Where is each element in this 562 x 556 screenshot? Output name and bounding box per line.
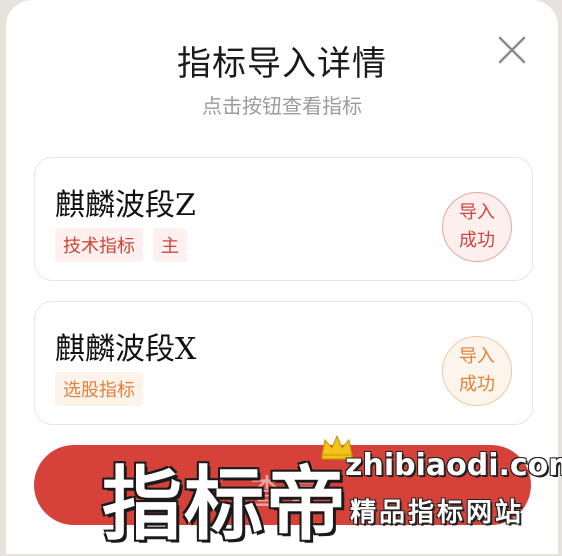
import-success-badge: 导入 成功 [442,192,512,262]
import-success-badge: 导入 成功 [442,336,512,406]
watermark-logo-text: 指标帝 [102,458,348,551]
indicator-tags: 选股指标 [55,372,143,406]
tag-main: 主 [153,228,187,262]
indicator-name: 麒麟波段Z [55,188,196,223]
indicator-name: 麒麟波段X [55,332,197,367]
dialog-subtitle: 点击按钮查看指标 [202,94,362,118]
badge-line2: 成功 [459,230,495,251]
tag-stock-screening-indicator: 选股指标 [55,372,143,406]
indicator-tags: 技术指标 主 [55,228,187,262]
dialog-title: 指标导入详情 [177,44,387,84]
badge-line2: 成功 [459,374,495,395]
badge-line1: 导入 [459,346,495,367]
close-icon[interactable] [492,30,532,70]
tag-technical-indicator: 技术指标 [55,228,143,262]
indicator-card[interactable]: 麒麟波段X 选股指标 导入 成功 [34,301,533,425]
watermark-url: zhibiaodi.com [345,448,562,483]
indicator-card[interactable]: 麒麟波段Z 技术指标 主 导入 成功 [34,157,533,281]
badge-line1: 导入 [459,202,495,223]
watermark-tagline: 精品指标网站 [350,498,525,528]
